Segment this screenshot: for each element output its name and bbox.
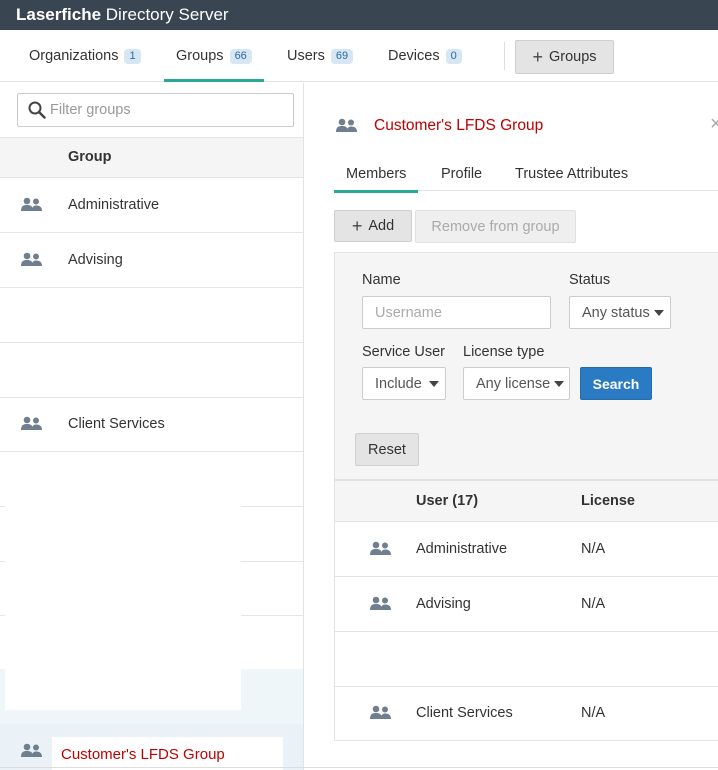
- service-user-dropdown[interactable]: Include: [362, 367, 446, 400]
- selected-group-name: Customer's LFDS Group: [61, 746, 225, 763]
- tab-devices[interactable]: Devices 0: [388, 30, 462, 82]
- caret-down-icon: [554, 380, 565, 387]
- bottom-divider: [0, 767, 718, 768]
- filter-groups-input[interactable]: [50, 102, 280, 118]
- group-row-redacted[interactable]: [0, 288, 303, 343]
- add-member-button[interactable]: + Add: [334, 210, 412, 242]
- group-icon: [370, 541, 391, 555]
- remove-label: Remove from group: [431, 218, 560, 235]
- nav-divider: [504, 42, 505, 70]
- group-row-administrative[interactable]: Administrative: [0, 178, 303, 233]
- tab-organizations[interactable]: Organizations 1: [29, 30, 141, 82]
- group-icon: [370, 705, 391, 719]
- count-badge: 66: [229, 49, 252, 64]
- tab-groups[interactable]: Groups 66: [164, 30, 264, 82]
- tab-label: Organizations: [29, 48, 119, 64]
- tab-members[interactable]: Members: [333, 166, 419, 193]
- tab-profile[interactable]: Profile: [441, 166, 482, 182]
- add-groups-label: Groups: [548, 49, 597, 65]
- group-row-advising[interactable]: Advising: [0, 233, 303, 288]
- caret-down-icon: [653, 309, 664, 316]
- member-license: N/A: [581, 596, 606, 612]
- name-label: Name: [362, 272, 401, 288]
- member-license: N/A: [581, 705, 606, 721]
- count-badge: 69: [330, 49, 354, 64]
- tab-users[interactable]: Users 69: [287, 30, 354, 82]
- group-detail-panel: Customer's LFDS Group × Members Profile …: [305, 83, 718, 770]
- license-type-dropdown[interactable]: Any license: [463, 367, 570, 400]
- add-groups-button[interactable]: + Groups: [515, 40, 614, 74]
- license-type-label: License type: [463, 344, 545, 360]
- group-name: Advising: [68, 252, 123, 268]
- app-header: Laserfiche Directory Server: [0, 0, 718, 30]
- reset-label: Reset: [368, 441, 406, 458]
- member-name: Administrative: [416, 541, 508, 557]
- search-button[interactable]: Search: [580, 367, 652, 400]
- group-row-redacted[interactable]: [0, 452, 303, 507]
- group-icon: [21, 252, 42, 266]
- reset-button[interactable]: Reset: [355, 433, 419, 466]
- group-icon: [370, 596, 391, 610]
- detail-tabs: Members Profile Trustee Attributes: [333, 155, 718, 193]
- close-icon[interactable]: ×: [710, 113, 718, 136]
- tab-trustee-attributes[interactable]: Trustee Attributes: [515, 166, 628, 182]
- member-row-redacted[interactable]: [334, 632, 718, 687]
- column-header-license[interactable]: License: [581, 493, 635, 509]
- group-row-client-services[interactable]: Client Services: [0, 397, 303, 452]
- tab-label: Devices: [388, 48, 440, 64]
- license-type-value: Any license: [476, 375, 551, 392]
- search-icon: [28, 101, 46, 119]
- column-header-user[interactable]: User (17): [416, 493, 478, 509]
- service-user-value: Include: [375, 375, 422, 392]
- remove-from-group-button[interactable]: Remove from group: [415, 210, 576, 243]
- add-label: Add: [368, 218, 395, 234]
- plus-icon: +: [351, 216, 363, 236]
- member-row[interactable]: Administrative N/A: [334, 522, 718, 577]
- group-name: Client Services: [68, 416, 165, 432]
- member-row[interactable]: Advising N/A: [334, 577, 718, 632]
- group-column-header[interactable]: Group: [0, 137, 303, 178]
- caret-down-icon: [428, 380, 439, 387]
- plus-icon: +: [532, 47, 543, 67]
- username-input[interactable]: [362, 296, 551, 329]
- member-search-form: Name Status Any status Service User Incl…: [334, 252, 718, 480]
- service-user-label: Service User: [362, 344, 445, 360]
- tab-label: Users: [287, 48, 325, 64]
- member-row[interactable]: Client Services N/A: [334, 686, 718, 741]
- member-name: Client Services: [416, 705, 513, 721]
- status-label: Status: [569, 272, 611, 288]
- column-header-group: Group: [68, 149, 112, 165]
- status-dropdown[interactable]: Any status: [569, 296, 671, 329]
- group-icon: [21, 416, 42, 430]
- group-icon: [21, 743, 42, 757]
- app-title-rest: Directory Server: [101, 5, 229, 24]
- group-row-selected[interactable]: Customer's LFDS Group: [0, 724, 303, 770]
- group-name: Administrative: [68, 197, 160, 213]
- group-row-redacted[interactable]: [0, 343, 303, 398]
- group-title: Customer's LFDS Group: [374, 117, 544, 134]
- redaction-patch: [5, 503, 241, 710]
- tab-label: Groups: [176, 48, 224, 64]
- app-title-brand: Laserfiche: [16, 5, 102, 24]
- filter-groups-box[interactable]: [17, 93, 294, 127]
- member-name: Advising: [416, 596, 471, 612]
- count-badge: 1: [124, 49, 141, 64]
- group-icon: [336, 118, 357, 132]
- group-icon: [21, 197, 42, 211]
- member-license: N/A: [581, 541, 606, 557]
- results-header: User (17) License: [334, 480, 718, 522]
- groups-list-panel: Group Administrative Advising Client Ser…: [0, 83, 304, 770]
- search-label: Search: [592, 375, 640, 392]
- status-value: Any status: [582, 304, 650, 321]
- count-badge: 0: [445, 49, 462, 64]
